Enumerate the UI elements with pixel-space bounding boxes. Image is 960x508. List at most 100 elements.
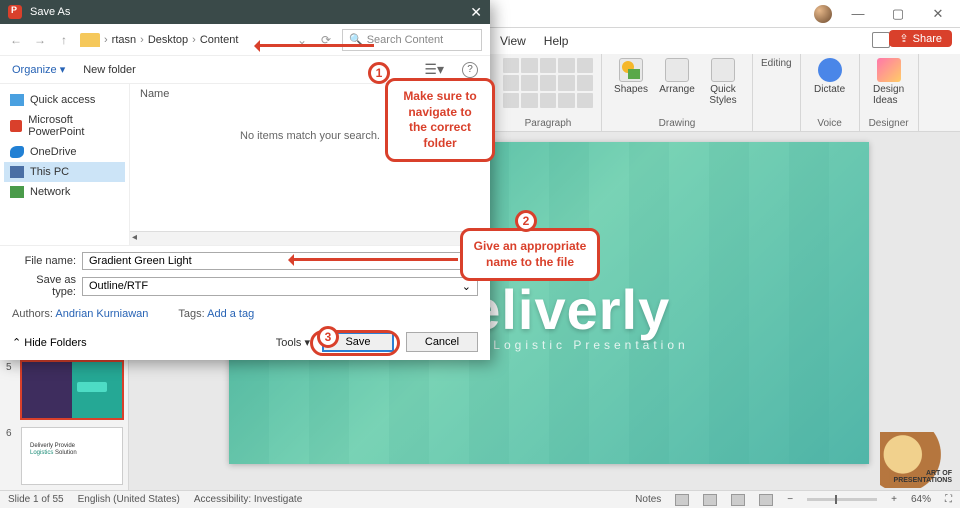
dialog-titlebar: Save As ✕ [0, 0, 490, 24]
nav-forward-button[interactable]: → [32, 33, 48, 47]
editing-button[interactable]: Editing [761, 58, 792, 69]
ribbon-group-paragraph: Paragraph [495, 54, 602, 131]
crumb-item[interactable]: rtasn [112, 34, 136, 46]
watermark-logo: ART OF PRESENTATIONS [880, 432, 956, 488]
tree-network[interactable]: Network [4, 182, 125, 202]
status-bar: Slide 1 of 55 English (United States) Ac… [0, 490, 960, 508]
view-normal-button[interactable] [675, 494, 689, 506]
view-reading-button[interactable] [731, 494, 745, 506]
savetype-select[interactable]: Outline/RTF⌄ [82, 277, 478, 296]
window-close-button[interactable]: ✕ [924, 6, 952, 22]
tree-quick-access[interactable]: Quick access [4, 90, 125, 110]
crumb-item[interactable]: Content [200, 34, 239, 46]
annotation-arrow-1 [256, 44, 374, 47]
search-input[interactable]: 🔍 Search Content [342, 29, 482, 51]
pc-icon [10, 166, 24, 178]
save-as-dialog: Save As ✕ ← → ↑ › rtasn › Desktop › Cont… [0, 0, 490, 360]
dialog-nav: ← → ↑ › rtasn › Desktop › Content ⌄ ⟳ 🔍 … [0, 24, 490, 56]
quick-styles-button[interactable]: QuickStyles [702, 58, 744, 106]
arrange-icon [665, 58, 689, 82]
tree-this-pc[interactable]: This PC [4, 162, 125, 182]
ribbon-group-designer-label: Designer [868, 118, 910, 129]
filename-input[interactable] [82, 252, 478, 270]
tools-button[interactable]: Tools ▾ [276, 336, 310, 349]
annotation-callout-1: Make sure to navigate to the correct fol… [385, 78, 495, 162]
annotation-badge-3: 3 [317, 326, 339, 348]
hide-folders-button[interactable]: ⌃ Hide Folders [12, 336, 87, 349]
annotation-callout-2: Give an appropriate name to the file [460, 228, 600, 281]
savetype-label: Save as type: [12, 274, 82, 298]
arrange-button[interactable]: Arrange [656, 58, 698, 95]
help-button[interactable]: ? [462, 62, 478, 78]
share-icon: ⇪ [899, 32, 908, 45]
powerpoint-icon [10, 120, 22, 132]
tab-view[interactable]: View [500, 34, 526, 48]
notes-button[interactable]: Notes [635, 494, 661, 505]
search-placeholder: Search Content [367, 34, 443, 46]
thumbnail-row[interactable]: 6 Deliverly Provide Logistics Solution [6, 428, 122, 484]
network-icon [10, 186, 24, 198]
tree-onedrive[interactable]: OneDrive [4, 142, 125, 162]
window-maximize-button[interactable]: ▢ [884, 6, 912, 22]
nav-tree[interactable]: Quick access Microsoft PowerPoint OneDri… [0, 84, 130, 245]
chevron-down-icon: ⌄ [462, 280, 471, 293]
design-ideas-button[interactable]: Design Ideas [868, 58, 910, 106]
shapes-button[interactable]: Shapes [610, 58, 652, 95]
zoom-slider[interactable] [807, 498, 877, 501]
author-link[interactable]: Andrian Kurniawan [55, 308, 148, 320]
ribbon-group-drawing: Shapes Arrange QuickStyles Drawing [602, 54, 753, 131]
annotation-arrow-2 [290, 258, 458, 261]
status-accessibility[interactable]: Accessibility: Investigate [194, 494, 302, 505]
cancel-button[interactable]: Cancel [406, 332, 478, 352]
ribbon-group-designer: Design Ideas Designer [860, 54, 919, 131]
dictate-button[interactable]: Dictate [809, 58, 851, 95]
window-minimize-button[interactable]: — [844, 6, 872, 21]
view-options-button[interactable]: ☰▾ [424, 61, 444, 78]
nav-back-button[interactable]: ← [8, 33, 24, 47]
dialog-close-button[interactable]: ✕ [470, 4, 482, 21]
ribbon-group-paragraph-label: Paragraph [503, 118, 593, 129]
powerpoint-icon [8, 5, 22, 19]
tab-help[interactable]: Help [544, 34, 569, 48]
organize-button[interactable]: Organize ▾ [12, 63, 65, 76]
paragraph-buttons[interactable] [503, 58, 593, 108]
user-avatar[interactable] [814, 5, 832, 23]
new-folder-button[interactable]: New folder [83, 64, 136, 76]
status-slide-count[interactable]: Slide 1 of 55 [8, 494, 64, 505]
quick-styles-icon [711, 58, 735, 82]
dialog-footer: ⌃ Hide Folders Tools ▾ Save Cancel [0, 324, 490, 360]
dialog-metadata: Authors: Andrian Kurniawan Tags: Add a t… [0, 304, 490, 324]
slide-thumbnail-6[interactable]: Deliverly Provide Logistics Solution [22, 428, 122, 484]
fit-to-window-button[interactable]: ⛶ [945, 494, 952, 505]
ribbon-group-voice-label: Voice [809, 118, 851, 129]
horizontal-scrollbar[interactable] [130, 231, 490, 245]
annotation-badge-2: 2 [515, 210, 537, 232]
zoom-in-button[interactable]: + [891, 494, 897, 505]
comments-button[interactable] [872, 32, 890, 48]
folder-icon [80, 33, 100, 47]
zoom-level[interactable]: 64% [911, 494, 931, 505]
view-sorter-button[interactable] [703, 494, 717, 506]
design-ideas-icon [877, 58, 901, 82]
filename-label: File name: [12, 255, 82, 267]
view-slideshow-button[interactable] [759, 494, 773, 506]
tree-powerpoint[interactable]: Microsoft PowerPoint [4, 110, 125, 142]
ribbon-group-drawing-label: Drawing [610, 118, 744, 129]
cloud-icon [10, 146, 24, 158]
add-tag-link[interactable]: Add a tag [207, 308, 254, 320]
slide-thumbnail-5[interactable] [22, 362, 122, 418]
dialog-form: File name: Save as type: Outline/RTF⌄ [0, 245, 490, 304]
status-language[interactable]: English (United States) [78, 494, 180, 505]
ribbon-group-voice: Dictate Voice [801, 54, 860, 131]
shapes-icon [619, 58, 643, 82]
share-label: Share [913, 33, 942, 45]
ribbon-group-editing: Editing [753, 54, 801, 131]
nav-up-button[interactable]: ↑ [56, 33, 72, 47]
star-icon [10, 94, 24, 106]
zoom-out-button[interactable]: − [787, 494, 793, 505]
dialog-title: Save As [30, 6, 70, 18]
annotation-badge-1: 1 [368, 62, 390, 84]
share-button[interactable]: ⇪ Share [889, 30, 952, 47]
crumb-item[interactable]: Desktop [148, 34, 188, 46]
thumbnail-row[interactable]: 5 [6, 362, 122, 418]
